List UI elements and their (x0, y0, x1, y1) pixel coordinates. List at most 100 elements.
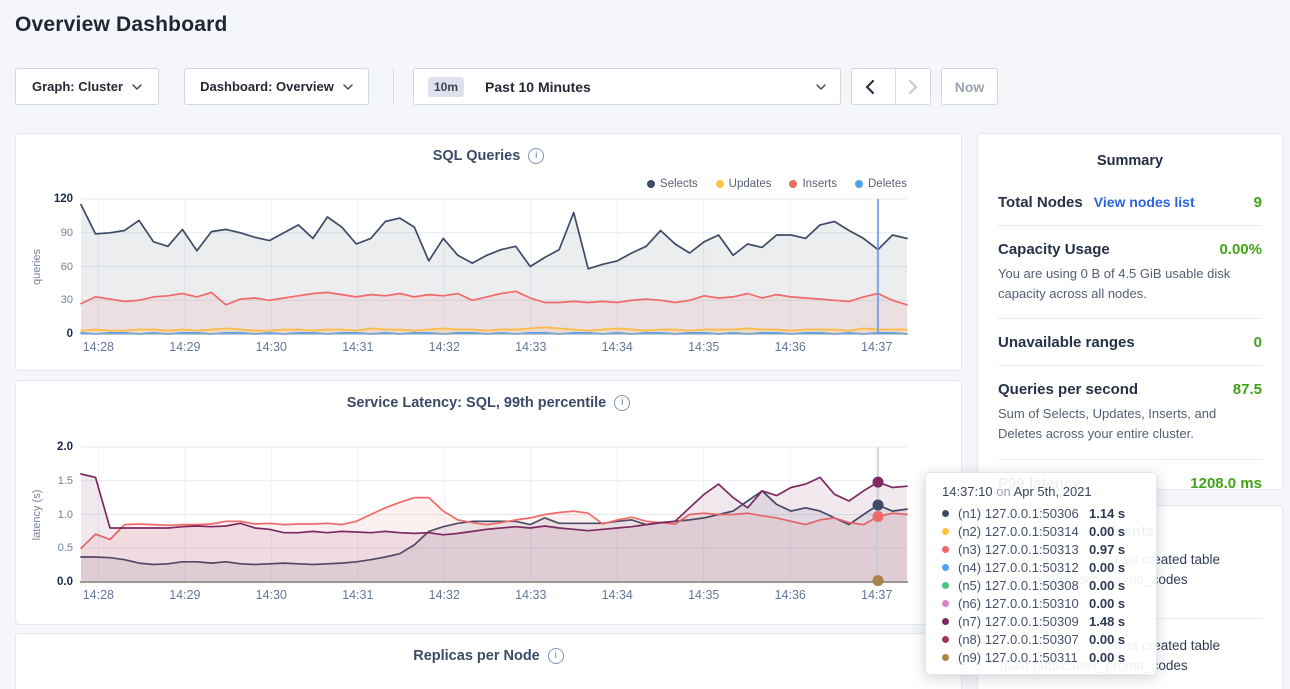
view-nodes-list-link[interactable]: View nodes list (1094, 194, 1195, 210)
total-nodes-value: 9 (1254, 194, 1262, 211)
toolbar-divider (393, 68, 394, 105)
tooltip-node-address: (n8) 127.0.0.1:50307 (958, 632, 1089, 647)
tooltip-node-value: 1.48 s (1089, 614, 1125, 629)
capacity-usage-label: Capacity Usage (998, 241, 1110, 258)
chevron-left-icon (865, 80, 874, 94)
x-axis-tick-label: 14:30 (241, 588, 301, 602)
tooltip-node-row: (n9) 127.0.0.1:503110.00 s (942, 648, 1140, 666)
now-button[interactable]: Now (941, 68, 998, 105)
qps-description: Sum of Selects, Updates, Inserts, and De… (998, 404, 1262, 444)
chevron-down-icon (816, 84, 826, 90)
tooltip-node-address: (n4) 127.0.0.1:50312 (958, 560, 1089, 575)
node-color-dot-icon (942, 510, 949, 517)
tooltip-node-address: (n5) 127.0.0.1:50308 (958, 578, 1089, 593)
time-next-button[interactable] (895, 69, 930, 104)
tooltip-node-row: (n1) 127.0.0.1:503061.14 s (942, 504, 1140, 522)
y-axis-tick-label: 1.5 (35, 475, 73, 487)
node-color-dot-icon (942, 654, 949, 661)
x-axis-tick-label: 14:32 (414, 588, 474, 602)
tooltip-node-address: (n6) 127.0.0.1:50310 (958, 596, 1089, 611)
summary-row-total-nodes: Total Nodes View nodes list 9 (998, 179, 1262, 226)
time-nav-group (851, 68, 931, 105)
node-color-dot-icon (942, 618, 949, 625)
tooltip-node-row: (n4) 127.0.0.1:503120.00 s (942, 558, 1140, 576)
x-axis-tick-label: 14:35 (674, 340, 734, 354)
tooltip-node-address: (n2) 127.0.0.1:50314 (958, 524, 1089, 539)
x-axis-tick-label: 14:35 (674, 588, 734, 602)
tooltip-node-row: (n2) 127.0.0.1:503140.00 s (942, 522, 1140, 540)
chevron-down-icon (343, 84, 353, 90)
tooltip-node-address: (n3) 127.0.0.1:50313 (958, 542, 1089, 557)
x-axis-tick-label: 14:29 (155, 340, 215, 354)
node-color-dot-icon (942, 636, 949, 643)
x-axis-tick-label: 14:37 (847, 340, 907, 354)
x-axis-tick-label: 14:28 (68, 340, 128, 354)
capacity-usage-description: You are using 0 B of 4.5 GiB usable disk… (998, 264, 1262, 304)
tooltip-node-value: 0.00 s (1089, 560, 1125, 575)
time-range-badge: 10m (428, 77, 464, 97)
tooltip-node-row: (n7) 127.0.0.1:503091.48 s (942, 612, 1140, 630)
summary-row-qps: Queries per second 87.5 Sum of Selects, … (998, 366, 1262, 459)
y-axis-title: queries (31, 248, 43, 284)
node-color-dot-icon (942, 564, 949, 571)
tooltip-node-row: (n3) 127.0.0.1:503130.97 s (942, 540, 1140, 558)
y-axis-tick-label: 120 (35, 193, 73, 205)
x-axis-tick-label: 14:33 (501, 588, 561, 602)
tooltip-node-row: (n6) 127.0.0.1:503100.00 s (942, 594, 1140, 612)
service-latency-chart[interactable]: 0.00.51.01.52.014:2814:2914:3014:3114:32… (16, 381, 961, 624)
node-color-dot-icon (942, 546, 949, 553)
y-axis-tick-label: 90 (35, 227, 73, 239)
x-axis-tick-label: 14:31 (328, 588, 388, 602)
summary-panel: Summary Total Nodes View nodes list 9 Ca… (977, 133, 1283, 490)
chevron-right-icon (909, 80, 918, 94)
tooltip-node-row: (n5) 127.0.0.1:503080.00 s (942, 576, 1140, 594)
tooltip-node-value: 0.97 s (1089, 542, 1125, 557)
summary-row-capacity: Capacity Usage 0.00% You are using 0 B o… (998, 226, 1262, 319)
x-axis-tick-label: 14:36 (760, 588, 820, 602)
x-axis-tick-label: 14:30 (241, 340, 301, 354)
tooltip-node-value: 0.00 s (1089, 632, 1125, 647)
replicas-per-node-panel: Replicas per Node i (15, 633, 962, 689)
qps-value: 87.5 (1233, 381, 1262, 398)
time-range-dropdown[interactable]: 10m Past 10 Minutes (413, 68, 841, 105)
x-axis-tick-label: 14:37 (847, 588, 907, 602)
tooltip-node-value: 0.00 s (1089, 650, 1125, 665)
y-axis-tick-label: 0.5 (35, 542, 73, 554)
tooltip-node-value: 0.00 s (1089, 578, 1125, 593)
summary-row-unavailable-ranges: Unavailable ranges 0 (998, 319, 1262, 366)
tooltip-node-value: 0.00 s (1089, 524, 1125, 539)
y-axis-tick-label: 0.0 (35, 576, 73, 588)
time-prev-button[interactable] (852, 69, 886, 104)
total-nodes-label: Total Nodes (998, 194, 1083, 211)
y-axis-tick-label: 30 (35, 294, 73, 306)
dashboard-dropdown-label: Dashboard: Overview (200, 79, 334, 94)
unavailable-ranges-value: 0 (1254, 334, 1262, 351)
time-range-label: Past 10 Minutes (485, 79, 807, 95)
service-latency-panel: Service Latency: SQL, 99th percentile i … (15, 380, 962, 625)
x-axis-tick-label: 14:36 (760, 340, 820, 354)
x-axis-tick-label: 14:28 (68, 588, 128, 602)
x-axis-tick-label: 14:34 (587, 588, 647, 602)
tooltip-node-value: 0.00 s (1089, 596, 1125, 611)
node-color-dot-icon (942, 582, 949, 589)
sql-queries-chart[interactable]: 030609012014:2814:2914:3014:3114:3214:33… (16, 134, 961, 370)
overview-dashboard-page: Overview Dashboard Graph: Cluster Dashbo… (0, 0, 1290, 689)
qps-label: Queries per second (998, 381, 1138, 398)
chart-hover-tooltip: 14:37:10 on Apr 5th, 2021 (n1) 127.0.0.1… (925, 472, 1157, 675)
y-axis-title: latency (s) (31, 489, 43, 540)
node-color-dot-icon (942, 528, 949, 535)
y-axis-tick-label: 2.0 (35, 441, 73, 453)
p99-latency-value: 1208.0 ms (1190, 475, 1262, 492)
summary-heading: Summary (998, 134, 1262, 179)
graph-dropdown[interactable]: Graph: Cluster (15, 68, 159, 105)
tooltip-node-address: (n9) 127.0.0.1:50311 (958, 650, 1089, 665)
y-axis-tick-label: 0 (35, 328, 73, 340)
tooltip-node-row: (n8) 127.0.0.1:503070.00 s (942, 630, 1140, 648)
tooltip-timestamp: 14:37:10 on Apr 5th, 2021 (942, 484, 1140, 499)
info-icon[interactable]: i (548, 648, 564, 664)
page-title: Overview Dashboard (15, 13, 228, 37)
capacity-usage-value: 0.00% (1219, 241, 1262, 258)
unavailable-ranges-label: Unavailable ranges (998, 334, 1135, 351)
x-axis-tick-label: 14:34 (587, 340, 647, 354)
dashboard-dropdown[interactable]: Dashboard: Overview (184, 68, 369, 105)
